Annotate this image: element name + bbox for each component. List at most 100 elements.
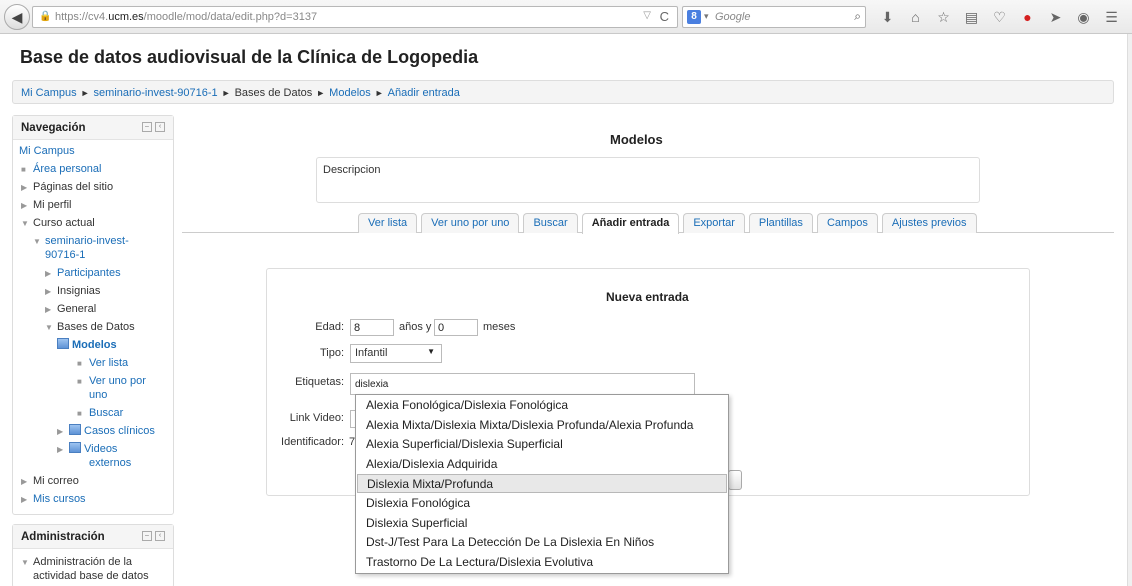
browser-toolbar: ◀ 🔒 https://cv4.ucm.es/moodle/mod/data/e… — [0, 0, 1132, 34]
tipo-label: Tipo: — [319, 347, 344, 359]
reload-icon[interactable]: C — [660, 9, 669, 24]
tab-ver-uno-por-uno[interactable]: Ver uno por uno — [421, 213, 520, 233]
expand-arrow-icon: ▶ — [57, 427, 64, 436]
tab-exportar[interactable]: Exportar — [683, 213, 745, 233]
save-button[interactable] — [728, 470, 742, 490]
back-arrow-icon[interactable]: ◀ — [4, 4, 30, 30]
collapse-arrow-icon: ▼ — [45, 323, 53, 332]
collapse-arrow-icon: ▼ — [21, 558, 29, 567]
tab-ver-lista[interactable]: Ver lista — [358, 213, 418, 233]
reading-list-icon[interactable]: ▤ — [962, 8, 981, 26]
collapse-icon[interactable]: – — [142, 122, 152, 132]
nav-general[interactable]: ▶ General — [45, 302, 96, 317]
dropdown-icon[interactable]: ▽ — [643, 10, 651, 21]
nav-course-line2[interactable]: 90716-1 — [45, 248, 85, 262]
nav-area-personal[interactable]: ■ Área personal — [21, 162, 102, 177]
autocomplete-option[interactable]: Alexia Mixta/Dislexia Mixta/Dislexia Pro… — [357, 416, 727, 435]
navigation-title: Navegación — [21, 122, 86, 134]
edad-years-input[interactable] — [350, 319, 394, 336]
dock-icon[interactable]: ‹ — [155, 122, 165, 132]
breadcrumb-arrow-icon: ► — [316, 88, 326, 98]
tab-bar: Ver lista Ver uno por uno Buscar Añadir … — [358, 213, 977, 234]
tab-campos[interactable]: Campos — [816, 213, 878, 233]
tab-ajustes-previos[interactable]: Ajustes previos — [881, 213, 977, 233]
admin-item[interactable]: ▼ Administración de la — [21, 555, 132, 570]
lock-icon: 🔒 — [39, 11, 52, 22]
autocomplete-option[interactable]: Alexia/Dislexia Adquirida — [357, 455, 727, 474]
nav-curso-actual[interactable]: ▼ Curso actual — [21, 216, 95, 231]
bullet-icon: ■ — [77, 377, 82, 386]
tipo-select[interactable]: Infantil ▼ — [350, 344, 442, 363]
autocomplete-option[interactable]: Dst-J/Test Para La Detección De La Disle… — [357, 533, 727, 552]
nav-mi-perfil[interactable]: ▶ Mi perfil — [21, 198, 72, 213]
breadcrumb-course[interactable]: seminario-invest-90716-1 — [94, 87, 218, 99]
nav-bases-datos[interactable]: ▼ Bases de Datos — [45, 320, 135, 335]
breadcrumb: Mi Campus ► seminario-invest-90716-1 ► Bases… — [12, 80, 1114, 104]
database-icon — [69, 442, 81, 453]
breadcrumb-modelos[interactable]: Modelos — [329, 87, 371, 99]
autocomplete-option[interactable]: Trastorno De La Lectura/Dislexia Evoluti… — [357, 553, 727, 572]
autocomplete-option[interactable]: Dislexia Superficial — [357, 514, 727, 533]
expand-arrow-icon: ▶ — [21, 183, 28, 192]
nav-course[interactable]: ▼ seminario-invest- — [33, 234, 129, 249]
url-text: https://cv4.ucm.es/moodle/mod/data/edit.… — [55, 11, 318, 23]
nav-videos[interactable]: ▶ Videos — [57, 442, 117, 457]
autocomplete-option[interactable]: Alexia Fonológica/Dislexia Fonológica — [357, 396, 727, 415]
nav-participantes[interactable]: ▶ Participantes — [45, 266, 121, 281]
description-box: Descripcion — [316, 157, 980, 203]
form-title: Nueva entrada — [606, 290, 689, 304]
search-bar[interactable]: 8 ▾ Google ⌕ — [682, 6, 866, 28]
database-icon — [57, 338, 69, 349]
expand-arrow-icon: ▶ — [57, 445, 64, 454]
search-icon[interactable]: ⌕ — [854, 9, 861, 24]
tab-plantillas[interactable]: Plantillas — [748, 213, 813, 233]
admin-item-line2[interactable]: actividad base de datos — [33, 569, 149, 583]
autocomplete-option-highlighted[interactable]: Dislexia Mixta/Profunda — [357, 474, 727, 493]
block-controls: – ‹ — [142, 531, 165, 541]
nav-ver-uno[interactable]: ■ Ver uno por — [77, 374, 146, 389]
nav-videos-line2[interactable]: externos — [89, 456, 131, 470]
breadcrumb-mi-campus[interactable]: Mi Campus — [21, 87, 77, 99]
autocomplete-option[interactable]: Dislexia Fonológica — [357, 494, 727, 513]
address-bar[interactable]: 🔒 https://cv4.ucm.es/moodle/mod/data/edi… — [32, 6, 678, 28]
breadcrumb-bases-datos: Bases de Datos — [234, 87, 313, 99]
send-icon[interactable]: ➤ — [1046, 8, 1065, 26]
download-icon[interactable]: ⬇ — [878, 8, 897, 26]
tab-buscar[interactable]: Buscar — [523, 213, 578, 233]
pocket-icon[interactable]: ♡ — [990, 8, 1009, 26]
link-video-label: Link Video: — [289, 412, 344, 424]
google-icon[interactable]: 8 — [687, 10, 701, 24]
tab-anadir-entrada[interactable]: Añadir entrada — [581, 213, 680, 234]
autocomplete-option[interactable]: Alexia Superficial/Dislexia Superficial — [357, 435, 727, 454]
toolbar-icons: ⬇ ⌂ ☆ ▤ ♡ ● ➤ ◉ ☰ — [878, 8, 1121, 26]
search-placeholder: Google — [715, 11, 751, 23]
nav-paginas-sitio[interactable]: ▶ Páginas del sitio — [21, 180, 113, 195]
chat-icon[interactable]: ◉ — [1074, 8, 1093, 26]
expand-arrow-icon: ▶ — [21, 201, 28, 210]
breadcrumb-anadir-entrada[interactable]: Añadir entrada — [388, 87, 460, 99]
nav-casos-clinicos[interactable]: ▶ Casos clínicos — [57, 424, 155, 439]
edad-label: Edad: — [315, 321, 344, 333]
identificador-label: Identificador: — [281, 436, 344, 448]
nav-buscar[interactable]: ■ Buscar — [77, 406, 123, 421]
nav-insignias[interactable]: ▶ Insignias — [45, 284, 100, 299]
nav-modelos[interactable]: Modelos — [57, 338, 117, 352]
record-icon[interactable]: ● — [1018, 8, 1037, 26]
dock-icon[interactable]: ‹ — [155, 531, 165, 541]
etiquetas-input[interactable]: dislexia — [350, 373, 695, 395]
administration-title: Administración — [21, 531, 105, 543]
nav-ver-lista[interactable]: ■ Ver lista — [77, 356, 128, 371]
edad-months-input[interactable] — [434, 319, 478, 336]
home-icon[interactable]: ⌂ — [906, 8, 925, 26]
chevron-down-icon[interactable]: ▾ — [704, 11, 709, 22]
nav-mi-correo[interactable]: ▶ Mi correo — [21, 474, 79, 489]
administration-block: Administración – ‹ ▼ Administración de la… — [12, 524, 174, 586]
scrollbar[interactable] — [1127, 34, 1132, 586]
nav-mi-campus[interactable]: Mi Campus — [19, 144, 75, 158]
bookmark-star-icon[interactable]: ☆ — [934, 8, 953, 26]
menu-icon[interactable]: ☰ — [1102, 8, 1121, 26]
expand-arrow-icon: ▶ — [45, 287, 52, 296]
nav-mis-cursos[interactable]: ▶ Mis cursos — [21, 492, 86, 507]
collapse-icon[interactable]: – — [142, 531, 152, 541]
nav-ver-uno-line2[interactable]: uno — [89, 388, 107, 402]
